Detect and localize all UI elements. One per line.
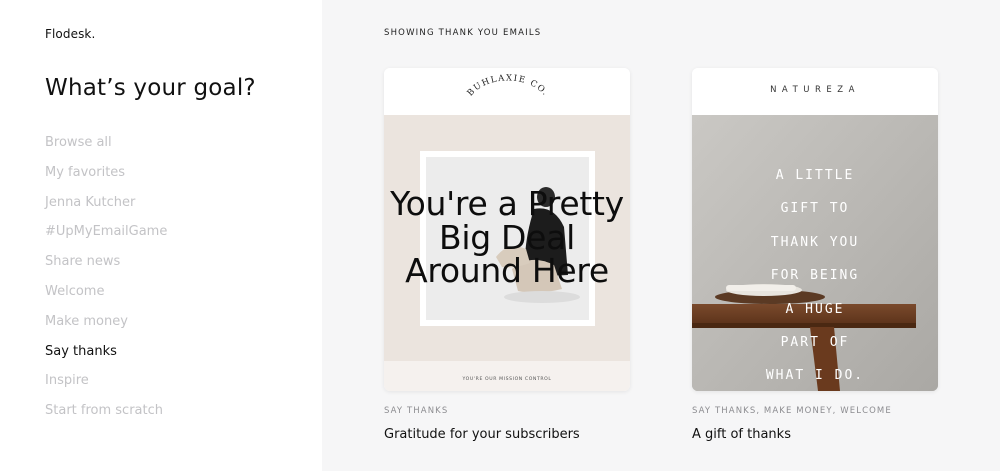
message-line: FOR BEING bbox=[770, 268, 860, 284]
message-line: THANK YOU bbox=[770, 234, 860, 250]
card-preview: A LITTLE GIFT TO THANK YOU FOR BEING A H… bbox=[692, 115, 938, 391]
card-headline: You're a Pretty Big Deal Around Here bbox=[390, 184, 624, 290]
sidebar: Flodesk. What’s your goal? Browse all My… bbox=[0, 0, 322, 471]
goal-item-jenna-kutcher[interactable]: Jenna Kutcher bbox=[45, 188, 167, 218]
card-title[interactable]: Gratitude for your subscribers bbox=[384, 427, 580, 442]
card-preview: You're a Pretty Big Deal Around Here bbox=[384, 115, 630, 361]
brand-logo-arc: BUHLAXIE CO. bbox=[466, 73, 551, 98]
template-card-gift[interactable]: NATUREZA A LITTLE GIFT TO THANK YOU FOR … bbox=[692, 68, 938, 391]
goal-item-start-from-scratch[interactable]: Start from scratch bbox=[45, 396, 167, 426]
goal-item-my-favorites[interactable]: My favorites bbox=[45, 158, 167, 188]
message-line: A HUGE bbox=[785, 301, 845, 317]
goal-item-browse-all[interactable]: Browse all bbox=[45, 128, 167, 158]
message-line: A LITTLE bbox=[775, 168, 855, 183]
card-brand: BUHLAXIE CO. bbox=[466, 73, 550, 98]
goal-item-inspire[interactable]: Inspire bbox=[45, 366, 167, 396]
template-card-gratitude[interactable]: BUHLAXIE CO. You're a Pretty Big Deal Ar… bbox=[384, 68, 630, 391]
flodesk-logo[interactable]: Flodesk. bbox=[45, 27, 95, 41]
card-header: BUHLAXIE CO. bbox=[384, 68, 630, 115]
card-title[interactable]: A gift of thanks bbox=[692, 427, 791, 442]
goal-item-upmyemailgame[interactable]: #UpMyEmailGame bbox=[45, 217, 167, 247]
message-line: WHAT I DO. bbox=[765, 368, 865, 384]
card-footer-text: YOU'RE OUR MISSION CONTROL bbox=[462, 377, 552, 382]
goal-item-share-news[interactable]: Share news bbox=[45, 247, 167, 277]
card-tags: SAY THANKS, MAKE MONEY, WELCOME bbox=[692, 406, 892, 416]
card-tags: SAY THANKS bbox=[384, 406, 449, 416]
goal-filter-list: Browse all My favorites Jenna Kutcher #U… bbox=[45, 128, 167, 426]
message-line: GIFT TO bbox=[780, 201, 850, 217]
template-gallery: SHOWING THANK YOU EMAILS BUHLAXIE CO. Yo… bbox=[322, 0, 1000, 471]
goal-item-say-thanks[interactable]: Say thanks bbox=[45, 337, 167, 367]
card-brand: NATUREZA bbox=[770, 85, 860, 95]
goal-heading: What’s your goal? bbox=[45, 75, 256, 101]
goal-item-welcome[interactable]: Welcome bbox=[45, 277, 167, 307]
card-message: A LITTLE GIFT TO THANK YOU FOR BEING A H… bbox=[692, 159, 938, 391]
svg-text:BUHLAXIE CO.: BUHLAXIE CO. bbox=[466, 73, 551, 98]
message-line: PART OF bbox=[780, 335, 850, 351]
section-label: SHOWING THANK YOU EMAILS bbox=[384, 28, 542, 38]
card-footer: YOU'RE OUR MISSION CONTROL bbox=[384, 361, 630, 391]
goal-item-make-money[interactable]: Make money bbox=[45, 307, 167, 337]
card-header: NATUREZA bbox=[692, 68, 938, 115]
